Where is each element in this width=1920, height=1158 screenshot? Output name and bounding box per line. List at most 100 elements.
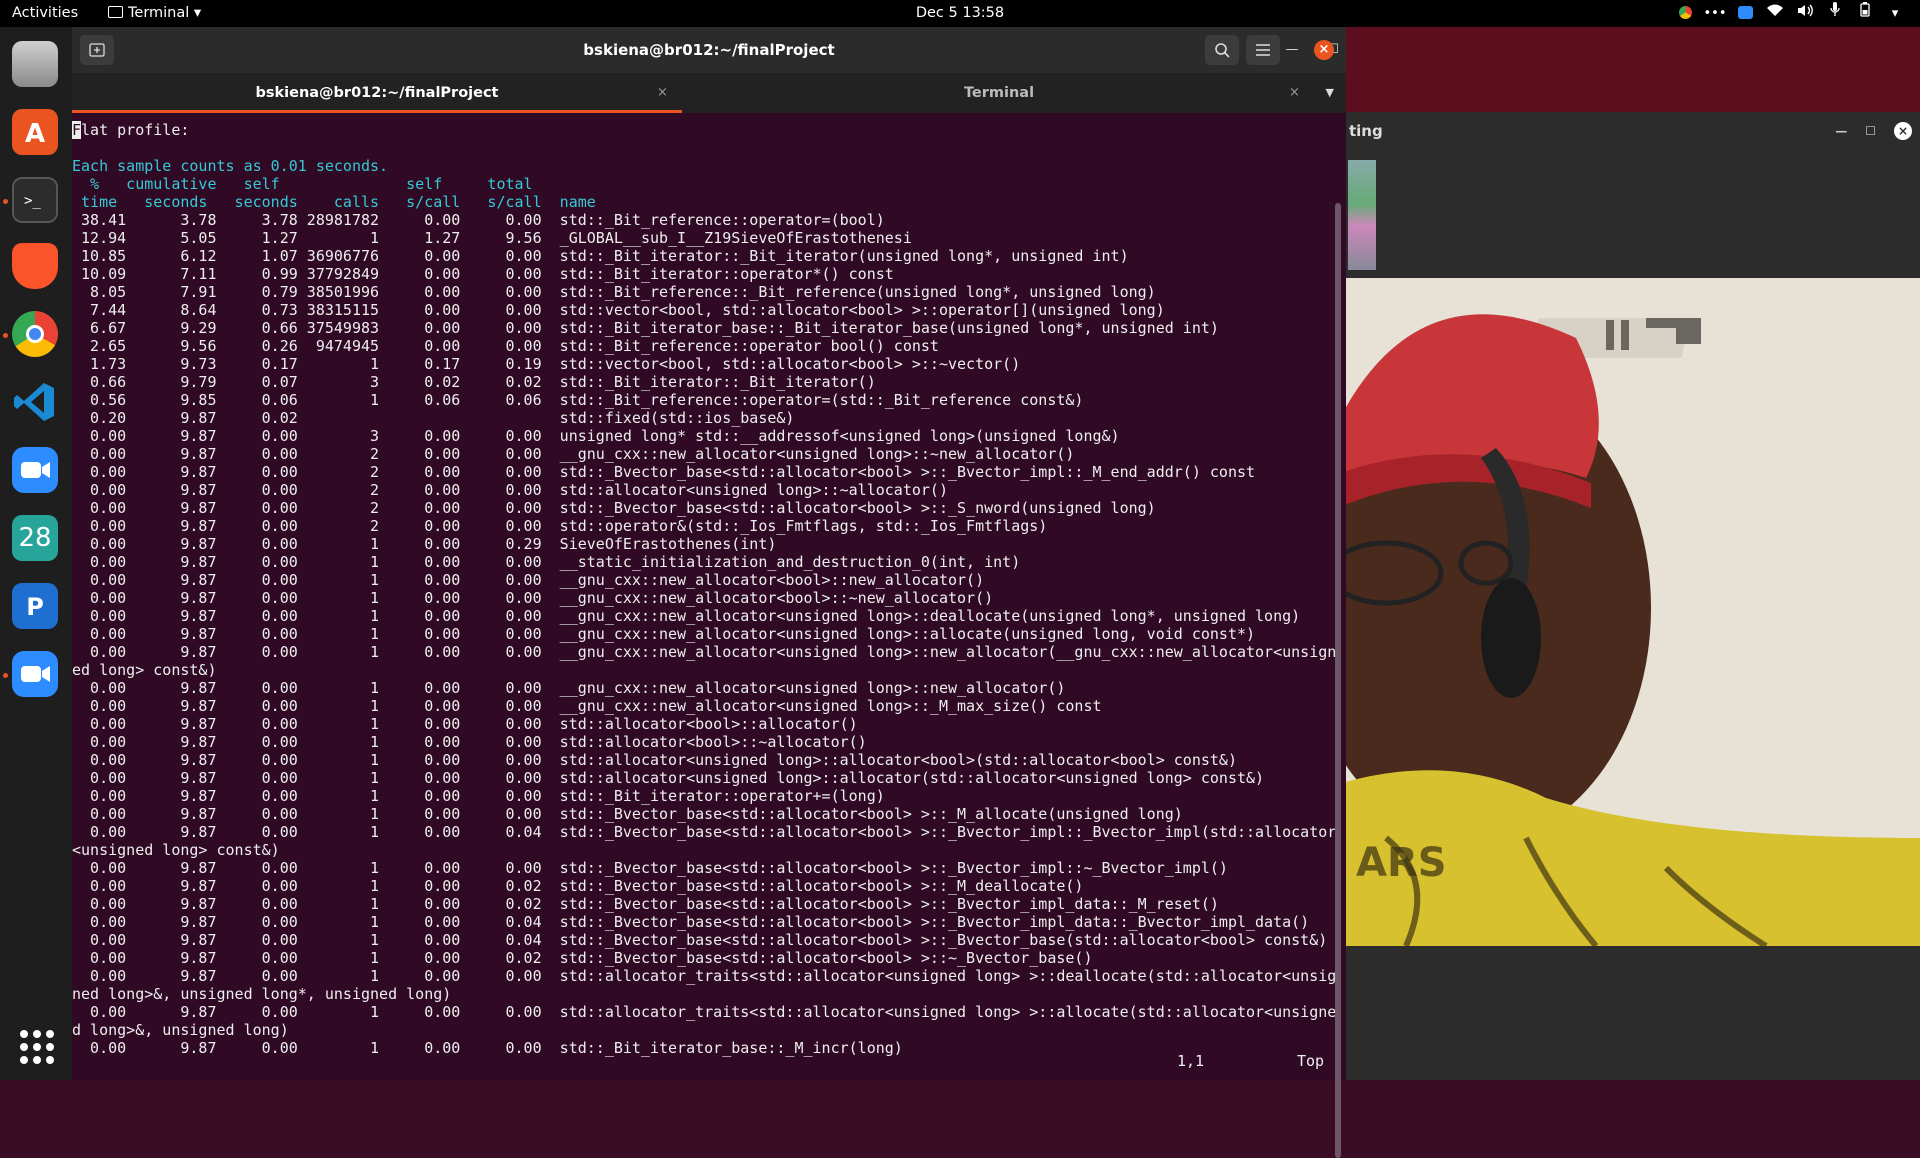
profile-row: 0.00 9.87 0.00 1 0.00 0.00 __gnu_cxx::ne… bbox=[90, 679, 1066, 697]
terminal-output[interactable]: Flat profile: Each sample counts as 0.01… bbox=[72, 113, 1346, 1158]
profile-row: 0.00 9.87 0.00 1 0.00 0.00 std::allocato… bbox=[90, 967, 1337, 985]
profile-row: 0.20 9.87 0.02 std::fixed(std::ios_base&… bbox=[90, 409, 795, 427]
profile-row: 0.00 9.87 0.00 2 0.00 0.00 std::operator… bbox=[90, 517, 1048, 535]
close-icon[interactable]: × bbox=[1894, 122, 1912, 140]
participant-thumbnail[interactable] bbox=[1348, 160, 1376, 270]
profile-row: 0.56 9.85 0.06 1 0.06 0.06 std::_Bit_ref… bbox=[90, 391, 1084, 409]
profile-row: 0.66 9.79 0.07 3 0.02 0.02 std::_Bit_ite… bbox=[90, 373, 876, 391]
svg-text:P: P bbox=[26, 593, 44, 621]
profile-row: 1.73 9.73 0.17 1 0.17 0.19 std::vector<b… bbox=[90, 355, 1021, 373]
microphone-icon[interactable] bbox=[1820, 0, 1850, 27]
scrollbar[interactable] bbox=[1335, 203, 1341, 1158]
chrome-tray-icon[interactable] bbox=[1670, 0, 1700, 27]
terminal-titlebar[interactable]: bskiena@br012:~/finalProject — × bbox=[72, 27, 1346, 73]
profile-row: 0.00 9.87 0.00 1 0.00 0.00 std::_Bvector… bbox=[90, 805, 1183, 823]
profile-row: 0.00 9.87 0.00 1 0.00 0.00 __gnu_cxx::ne… bbox=[90, 643, 1337, 661]
profile-row: ned long>&, unsigned long*, unsigned lon… bbox=[72, 985, 452, 1003]
vscode-icon[interactable] bbox=[12, 379, 58, 425]
system-menu-caret-icon[interactable]: ▾ bbox=[1880, 0, 1910, 27]
profile-row: 0.00 9.87 0.00 1 0.00 0.00 __gnu_cxx::ne… bbox=[90, 697, 1102, 715]
tab-label: bskiena@br012:~/finalProject bbox=[255, 85, 499, 101]
tab-list-dropdown-icon[interactable]: ▼ bbox=[1326, 73, 1334, 113]
profile-row: 10.85 6.12 1.07 36906776 0.00 0.00 std::… bbox=[81, 247, 1129, 265]
maximize-icon[interactable]: ☐ bbox=[1865, 112, 1876, 150]
cloud-app-icon[interactable]: P bbox=[12, 583, 58, 629]
profile-row: 0.00 9.87 0.00 1 0.00 0.00 __gnu_cxx::ne… bbox=[90, 607, 1301, 625]
header-line: Each sample counts as 0.01 seconds. bbox=[72, 157, 389, 175]
more-icon[interactable]: ••• bbox=[1700, 0, 1730, 27]
profile-row: <unsigned long> const&) bbox=[72, 841, 280, 859]
show-applications-icon[interactable] bbox=[20, 1030, 54, 1064]
profile-row: 7.44 8.64 0.73 38315115 0.00 0.00 std::v… bbox=[90, 301, 1165, 319]
first-line-text: lat profile: bbox=[81, 121, 190, 139]
ubuntu-software-icon[interactable]: A bbox=[12, 109, 58, 155]
zoom-icon[interactable] bbox=[12, 447, 58, 493]
profile-row: 0.00 9.87 0.00 1 0.00 0.02 std::_Bvector… bbox=[90, 949, 1093, 967]
close-tab-icon[interactable]: × bbox=[657, 73, 668, 113]
profile-rows: 38.41 3.78 3.78 28981782 0.00 0.00 std::… bbox=[72, 211, 1336, 1057]
tab-label: Terminal bbox=[963, 85, 1035, 101]
profile-row: 0.00 9.87 0.00 1 0.00 0.02 std::_Bvector… bbox=[90, 877, 1084, 895]
volume-icon[interactable] bbox=[1790, 0, 1820, 27]
profile-row: 0.00 9.87 0.00 1 0.00 0.04 std::_Bvector… bbox=[90, 931, 1328, 949]
gprof-output: Flat profile: Each sample counts as 0.01… bbox=[72, 121, 1336, 1057]
profile-row: 0.00 9.87 0.00 1 0.00 0.00 __gnu_cxx::ne… bbox=[90, 589, 994, 607]
cursor: F bbox=[72, 121, 82, 139]
battery-icon[interactable] bbox=[1850, 0, 1880, 27]
profile-row: 0.00 9.87 0.00 2 0.00 0.00 std::allocato… bbox=[90, 481, 948, 499]
profile-row: 0.00 9.87 0.00 1 0.00 0.00 std::allocato… bbox=[90, 715, 858, 733]
profile-row: 0.00 9.87 0.00 1 0.00 0.00 __gnu_cxx::ne… bbox=[90, 571, 985, 589]
profile-row: 0.00 9.87 0.00 1 0.00 0.29 SieveOfErasto… bbox=[90, 535, 777, 553]
profile-row: 0.00 9.87 0.00 1 0.00 0.04 std::_Bvector… bbox=[90, 823, 1337, 841]
profile-row: 10.09 7.11 0.99 37792849 0.00 0.00 std::… bbox=[81, 265, 894, 283]
zoom-tray-icon[interactable] bbox=[1730, 0, 1760, 27]
close-tab-icon[interactable]: × bbox=[1289, 73, 1300, 113]
minimize-button[interactable]: — bbox=[1282, 40, 1302, 60]
profile-row: 0.00 9.87 0.00 3 0.00 0.00 unsigned long… bbox=[90, 427, 1120, 445]
profile-header: Each sample counts as 0.01 seconds. % cu… bbox=[72, 157, 596, 211]
calendar-icon[interactable]: 28 bbox=[12, 515, 58, 561]
profile-row: 0.00 9.87 0.00 2 0.00 0.00 __gnu_cxx::ne… bbox=[90, 445, 1075, 463]
profile-row: 0.00 9.87 0.00 1 0.00 0.00 std::allocato… bbox=[90, 769, 1265, 787]
profile-row: 0.00 9.87 0.00 1 0.00 0.00 __gnu_cxx::ne… bbox=[90, 625, 1256, 643]
profile-row: 0.00 9.87 0.00 1 0.00 0.00 std::_Bvector… bbox=[90, 859, 1228, 877]
terminal-window[interactable]: bskiena@br012:~/finalProject — × bskiena… bbox=[72, 27, 1346, 1158]
system-tray[interactable]: ••• ▾ bbox=[1670, 0, 1910, 27]
svg-text:>_: >_ bbox=[24, 193, 41, 209]
terminal-running-indicator bbox=[3, 199, 8, 204]
profile-row: 0.00 9.87 0.00 1 0.00 0.02 std::_Bvector… bbox=[90, 895, 1219, 913]
profile-row: 0.00 9.87 0.00 1 0.00 0.00 std::allocato… bbox=[90, 733, 867, 751]
background-window-titlebar[interactable]: ting — ☐ × bbox=[1346, 112, 1920, 150]
header-line: time seconds seconds calls s/call s/call… bbox=[81, 193, 596, 211]
terminal-icon[interactable]: >_ bbox=[12, 177, 58, 223]
profile-row: 12.94 5.05 1.27 1 1.27 9.56 _GLOBAL__sub… bbox=[81, 229, 912, 247]
video-feed[interactable]: ARS bbox=[1346, 278, 1920, 946]
tab-terminal[interactable]: Terminal × bbox=[682, 73, 1316, 113]
minimize-icon[interactable]: — bbox=[1835, 112, 1847, 150]
cursor-position: 1,1 bbox=[1177, 1052, 1205, 1070]
brave-icon[interactable] bbox=[12, 243, 58, 289]
profile-row: 0.00 9.87 0.00 1 0.00 0.00 std::allocato… bbox=[90, 751, 1237, 769]
tab-finalproject[interactable]: bskiena@br012:~/finalProject × bbox=[72, 73, 682, 113]
close-button[interactable]: × bbox=[1314, 40, 1334, 60]
zoom-meeting-icon[interactable] bbox=[12, 651, 58, 697]
svg-text:ARS: ARS bbox=[1356, 840, 1447, 886]
profile-row: 6.67 9.29 0.66 37549983 0.00 0.00 std::_… bbox=[90, 319, 1219, 337]
profile-row: 0.00 9.87 0.00 1 0.00 0.00 std::_Bit_ite… bbox=[90, 787, 885, 805]
background-window-title: ting bbox=[1349, 122, 1383, 140]
chrome-icon[interactable] bbox=[12, 311, 58, 357]
profile-row: 0.00 9.87 0.00 1 0.00 0.00 std::_Bit_ite… bbox=[90, 1039, 903, 1057]
search-button[interactable] bbox=[1205, 35, 1239, 65]
profile-row: 0.00 9.87 0.00 2 0.00 0.00 std::_Bvector… bbox=[90, 499, 1156, 517]
wifi-icon[interactable] bbox=[1760, 0, 1790, 27]
files-icon[interactable] bbox=[12, 41, 58, 87]
profile-row: 0.00 9.87 0.00 1 0.00 0.04 std::_Bvector… bbox=[90, 913, 1310, 931]
profile-row: 38.41 3.78 3.78 28981782 0.00 0.00 std::… bbox=[81, 211, 885, 229]
scroll-position: Top bbox=[1297, 1052, 1325, 1070]
window-title: bskiena@br012:~/finalProject bbox=[583, 41, 835, 59]
profile-row: 8.05 7.91 0.79 38501996 0.00 0.00 std::_… bbox=[90, 283, 1156, 301]
hamburger-menu-button[interactable] bbox=[1246, 35, 1280, 65]
svg-text:A: A bbox=[25, 119, 45, 149]
tab-bar: bskiena@br012:~/finalProject × Terminal … bbox=[72, 73, 1346, 113]
clock[interactable]: Dec 5 13:58 bbox=[0, 0, 1920, 27]
